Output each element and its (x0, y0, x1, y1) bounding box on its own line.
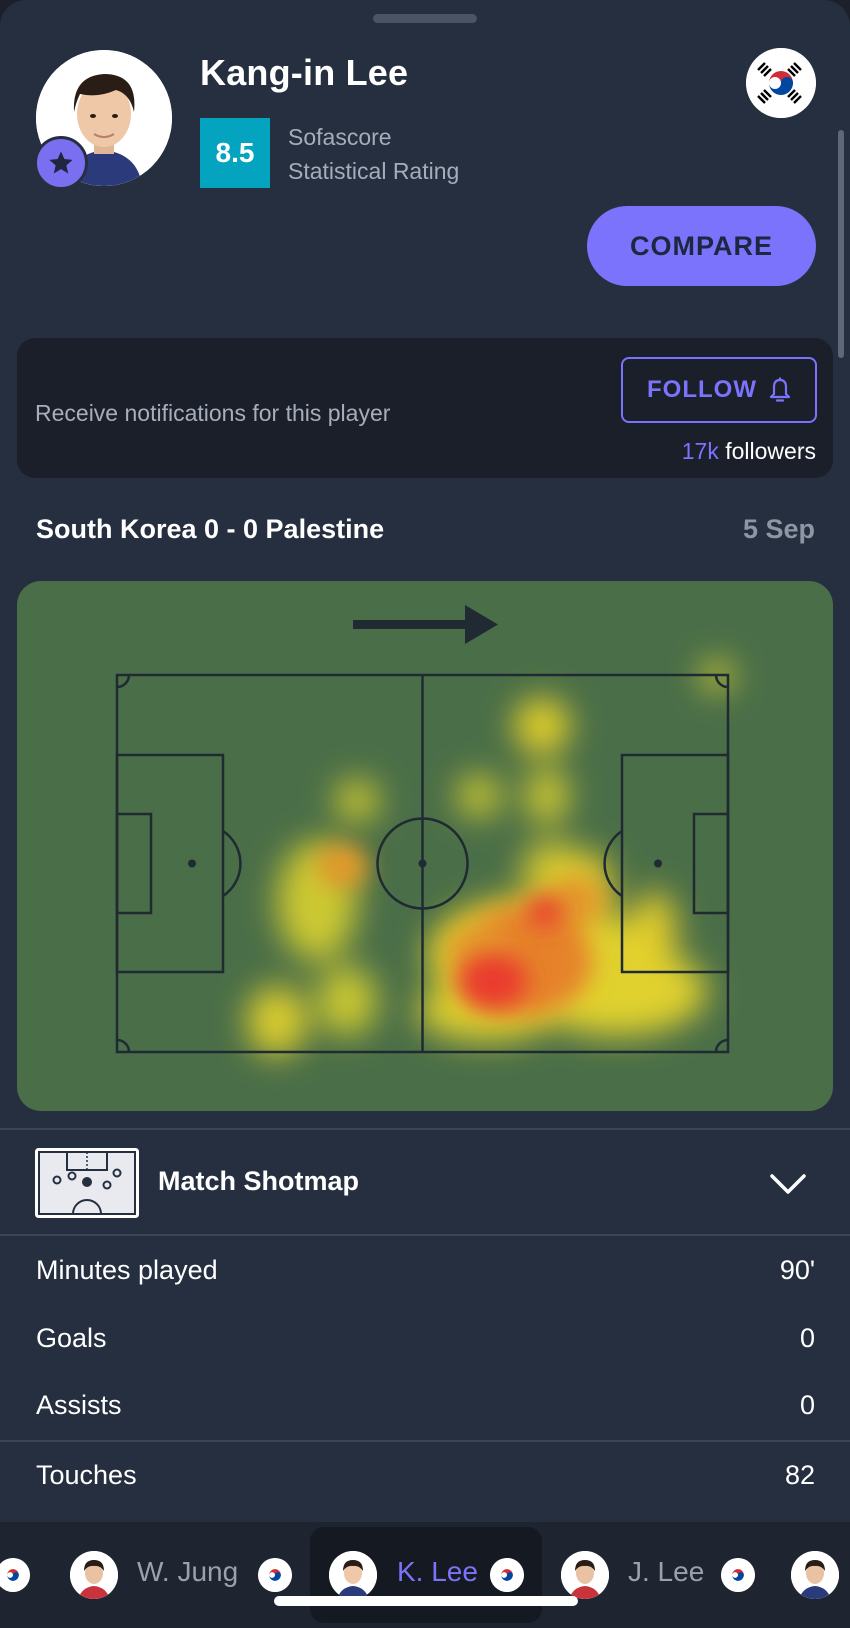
followers-label: followers (725, 438, 816, 464)
player-rating-badge: 8.5 (200, 118, 270, 188)
stat-label-goals: Goals (36, 1323, 107, 1353)
player-avatar[interactable] (70, 1551, 118, 1599)
divider (0, 1128, 850, 1130)
match-date: 5 Sep (742, 514, 815, 544)
follow-label: FOLLOW (647, 376, 757, 403)
rating-type-label: Statistical Rating (288, 158, 460, 184)
stat-value-assists: 0 (799, 1390, 815, 1420)
match-title[interactable]: South Korea 0 - 0 Palestine (36, 514, 384, 545)
player-sheet: Kang-in Lee 8.5 Sofascore Statistical Ra… (0, 0, 850, 1628)
scrollbar[interactable] (838, 130, 844, 358)
shotmap-toggle-label[interactable]: Match Shotmap (158, 1166, 359, 1197)
south-korea-flag-icon (746, 48, 816, 118)
pitch-shotmap-icon (35, 1148, 139, 1218)
stat-label-assists: Assists (36, 1390, 122, 1420)
arrow-right-icon (353, 605, 498, 644)
compare-button[interactable]: COMPARE (587, 206, 816, 286)
south-korea-flag-icon (490, 1558, 524, 1592)
stat-value-touches: 82 (784, 1460, 815, 1490)
player-switcher: W. Jung K. Lee J. Lee (0, 1522, 850, 1628)
player-avatar[interactable] (791, 1551, 839, 1599)
switcher-player-name[interactable]: J. Lee (628, 1556, 704, 1588)
stat-label-touches: Touches (36, 1460, 137, 1490)
player-avatar[interactable] (561, 1551, 609, 1599)
player-avatar[interactable] (329, 1551, 377, 1599)
followers-info: 17k followers (682, 438, 816, 465)
divider (0, 1234, 850, 1236)
follow-card: Receive notifications for this player FO… (17, 338, 833, 478)
stat-value-goals: 0 (799, 1323, 815, 1353)
divider (0, 1440, 850, 1442)
switcher-player-name-selected[interactable]: K. Lee (397, 1556, 478, 1588)
follow-button[interactable]: FOLLOW (621, 357, 817, 423)
south-korea-flag-icon (721, 1558, 755, 1592)
stat-value-minutes: 90' (779, 1255, 815, 1285)
chevron-down-icon[interactable] (768, 1168, 808, 1198)
south-korea-flag-icon (258, 1558, 292, 1592)
bell-icon (769, 377, 791, 402)
home-indicator[interactable] (274, 1596, 578, 1606)
followers-count: 17k (681, 438, 719, 464)
player-name: Kang-in Lee (200, 52, 409, 93)
south-korea-flag-icon (0, 1558, 30, 1592)
heatmap (17, 581, 833, 1111)
stat-label-minutes: Minutes played (36, 1255, 218, 1285)
sheet-drag-handle[interactable] (373, 14, 477, 23)
rating-source-label: Sofascore (288, 124, 392, 150)
switcher-player-name[interactable]: W. Jung (137, 1556, 238, 1588)
notification-description: Receive notifications for this player (35, 400, 391, 426)
star-icon (34, 136, 88, 190)
